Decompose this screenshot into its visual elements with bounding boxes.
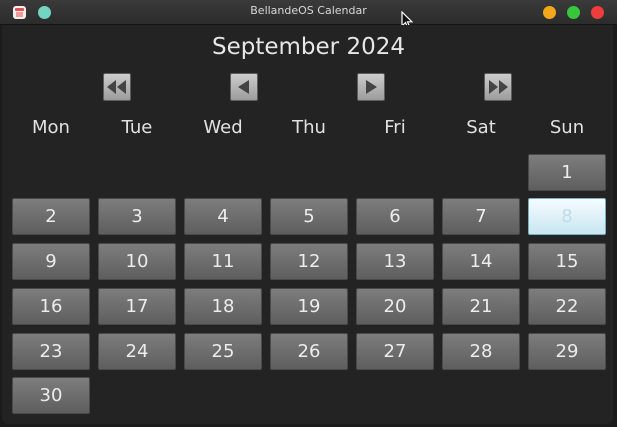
day-button[interactable]: 1 xyxy=(528,154,606,191)
weekday-label: Wed xyxy=(203,117,243,138)
day-button[interactable]: 15 xyxy=(528,243,606,280)
day-button[interactable]: 11 xyxy=(184,243,262,280)
close-button[interactable] xyxy=(591,6,604,19)
double-left-arrow-icon xyxy=(107,80,126,94)
day-button[interactable]: 19 xyxy=(270,288,348,325)
maximize-button[interactable] xyxy=(567,6,580,19)
next-month-button[interactable] xyxy=(357,73,385,101)
day-button[interactable]: 5 xyxy=(270,198,348,235)
left-arrow-icon xyxy=(238,80,249,94)
day-button[interactable]: 3 xyxy=(98,198,176,235)
day-button[interactable]: 23 xyxy=(12,333,90,370)
weekday-label: Tue xyxy=(121,117,153,138)
next-year-button[interactable] xyxy=(484,73,512,101)
day-button[interactable]: 10 xyxy=(98,243,176,280)
day-button[interactable]: 25 xyxy=(184,333,262,370)
day-button[interactable]: 7 xyxy=(442,198,520,235)
previous-month-button[interactable] xyxy=(230,73,258,101)
double-right-arrow-icon xyxy=(489,80,508,94)
day-button[interactable]: 17 xyxy=(98,288,176,325)
weekday-label: Mon xyxy=(32,117,70,138)
title-bar[interactable]: BellandeOS Calendar xyxy=(0,0,617,30)
day-button[interactable]: 29 xyxy=(528,333,606,370)
day-button[interactable]: 21 xyxy=(442,288,520,325)
day-button[interactable]: 13 xyxy=(356,243,434,280)
day-button[interactable]: 6 xyxy=(356,198,434,235)
day-button[interactable]: 9 xyxy=(12,243,90,280)
day-button[interactable]: 28 xyxy=(442,333,520,370)
day-button[interactable]: 18 xyxy=(184,288,262,325)
day-button[interactable]: 16 xyxy=(12,288,90,325)
weekday-label: Sun xyxy=(549,117,585,138)
month-title: September 2024 xyxy=(212,34,405,60)
day-button[interactable]: 27 xyxy=(356,333,434,370)
day-button[interactable]: 24 xyxy=(98,333,176,370)
weekday-label: Thu xyxy=(292,117,326,138)
minimize-button[interactable] xyxy=(543,6,556,19)
weekday-label: Sat xyxy=(466,117,496,138)
day-button[interactable]: 26 xyxy=(270,333,348,370)
day-button[interactable]: 4 xyxy=(184,198,262,235)
window-title: BellandeOS Calendar xyxy=(250,4,367,17)
right-arrow-icon xyxy=(366,80,377,94)
day-button[interactable]: 20 xyxy=(356,288,434,325)
day-button[interactable]: 2 xyxy=(12,198,90,235)
day-button[interactable]: 30 xyxy=(12,377,90,414)
day-button[interactable]: 12 xyxy=(270,243,348,280)
day-button-selected[interactable]: 8 xyxy=(528,198,606,235)
day-button[interactable]: 14 xyxy=(442,243,520,280)
day-button[interactable]: 22 xyxy=(528,288,606,325)
previous-year-button[interactable] xyxy=(103,73,131,101)
weekday-label: Fri xyxy=(384,117,406,138)
